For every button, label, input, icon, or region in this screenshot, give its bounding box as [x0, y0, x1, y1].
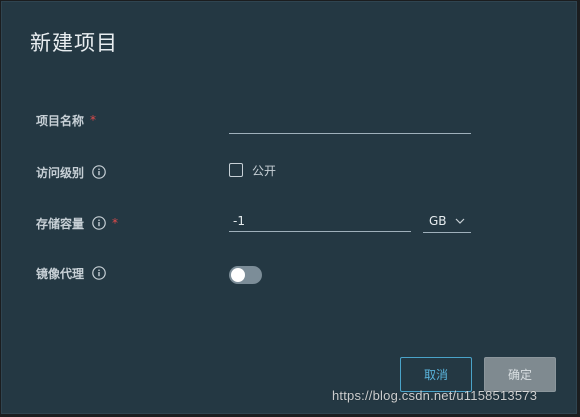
confirm-button[interactable]: 确定	[484, 357, 556, 392]
public-checkbox-group[interactable]: 公开	[229, 161, 276, 179]
storage-quota-label-row: 存储容量 *	[36, 213, 118, 233]
storage-quota-label: 存储容量	[36, 216, 85, 231]
public-checkbox-label[interactable]: 公开	[252, 162, 276, 179]
mirror-proxy-toggle[interactable]	[229, 266, 262, 284]
required-mark: *	[90, 113, 97, 127]
mirror-proxy-label: 镜像代理	[36, 266, 85, 281]
watermark-text: https://blog.csdn.net/u1158513573	[332, 388, 538, 403]
storage-quota-input[interactable]	[229, 210, 411, 232]
public-checkbox[interactable]	[229, 163, 243, 177]
info-circle-icon[interactable]	[92, 165, 106, 179]
toggle-knob	[231, 268, 245, 282]
access-level-label: 访问级别	[36, 165, 85, 180]
new-project-dialog: 新建项目 项目名称 * 访问级别 公开 存储容量 * -1 GB 镜像代理 取消…	[1, 1, 577, 414]
required-mark: *	[112, 216, 119, 230]
mirror-proxy-label-row: 镜像代理	[36, 263, 106, 283]
access-level-label-row: 访问级别	[36, 162, 106, 182]
dialog-title: 新建项目	[30, 31, 118, 55]
storage-unit-select[interactable]: GB	[423, 210, 471, 233]
project-name-input[interactable]	[229, 112, 471, 134]
chevron-down-icon	[455, 218, 465, 224]
storage-unit-value: GB	[429, 214, 447, 228]
info-circle-icon[interactable]	[92, 266, 106, 280]
project-name-label: 项目名称	[36, 113, 85, 128]
cancel-button[interactable]: 取消	[400, 357, 472, 392]
project-name-label-row: 项目名称 *	[36, 110, 96, 130]
info-circle-icon[interactable]	[92, 216, 106, 230]
